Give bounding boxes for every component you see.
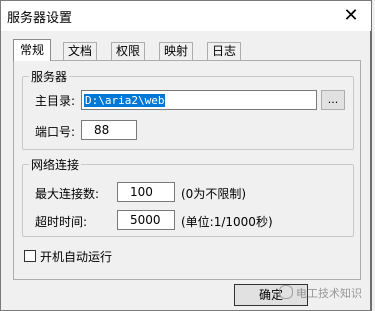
home-dir-label: 主目录:: [35, 94, 76, 108]
tab-mappings[interactable]: 映射: [159, 42, 194, 60]
timeout-hint: (单位:1/1000秒): [181, 215, 273, 229]
port-label: 端口号:: [35, 125, 76, 139]
network-group-title: 网络连接: [29, 156, 82, 173]
port-input[interactable]: 88: [81, 120, 137, 140]
max-connections-hint: (0为不限制): [181, 187, 246, 201]
general-tab-panel: 服务器 主目录: D:\aria2\web ... 端口号: 88 网络连接 最…: [13, 60, 361, 280]
title-bar[interactable]: 服务器设置 ✕: [1, 1, 371, 31]
watermark-text: 电工技术知识: [296, 287, 362, 300]
close-icon: ✕: [343, 5, 359, 26]
home-dir-input[interactable]: D:\aria2\web: [81, 90, 317, 110]
dialog-window: 服务器设置 ✕ 常规 文档 权限 映射 日志 服务器 主目录: D:\aria2…: [0, 0, 372, 311]
autostart-checkbox[interactable]: [24, 250, 36, 262]
timeout-input[interactable]: 5000: [117, 210, 175, 230]
wechat-icon: [279, 285, 293, 299]
tab-permissions[interactable]: 权限: [111, 42, 146, 60]
autostart-label[interactable]: 开机自动运行: [40, 248, 112, 265]
close-button[interactable]: ✕: [339, 4, 363, 28]
server-group-title: 服务器: [29, 68, 70, 85]
max-connections-label: 最大连接数:: [35, 187, 100, 201]
home-dir-value: D:\aria2\web: [84, 94, 166, 107]
browse-button[interactable]: ...: [321, 90, 345, 110]
timeout-label: 超时时间:: [35, 215, 88, 229]
watermark: 电工技术知识: [279, 285, 362, 301]
max-connections-input[interactable]: 100: [117, 182, 175, 202]
network-group: 网络连接 最大连接数: 100 (0为不限制) 超时时间: 5000 (单位:1…: [22, 156, 354, 237]
window-title: 服务器设置: [7, 11, 73, 26]
server-group: 服务器 主目录: D:\aria2\web ... 端口号: 88: [22, 68, 354, 150]
tab-strip: 常规 文档 权限 映射 日志: [13, 39, 361, 61]
tab-general[interactable]: 常规: [13, 39, 52, 61]
tab-logs[interactable]: 日志: [207, 42, 242, 60]
tab-documents[interactable]: 文档: [63, 42, 98, 60]
